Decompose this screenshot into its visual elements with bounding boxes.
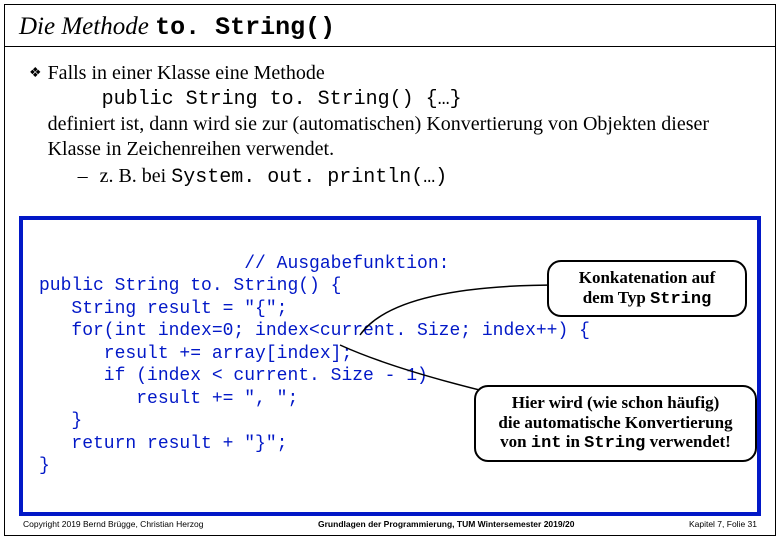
callout1-l1: Konkatenation auf (579, 268, 716, 287)
callout2-l3c: in (561, 432, 584, 451)
dash-icon: – (78, 164, 88, 190)
code-l1: public String to. String() { (39, 276, 341, 296)
code-l2: String result = "{"; (39, 299, 287, 319)
sub-pre: z. B. bei (100, 165, 172, 187)
bullet-item: ❖ Falls in einer Klasse eine Methode pub… (29, 61, 751, 190)
code-l8: return result + "}"; (39, 434, 287, 454)
bullet-line2: definiert ist, dann wird sie zur (automa… (48, 113, 709, 160)
footer: Copyright 2019 Bernd Brügge, Christian H… (23, 519, 757, 529)
footer-left: Copyright 2019 Bernd Brügge, Christian H… (23, 519, 204, 529)
callout2-l3b: int (531, 434, 562, 453)
callout2-l1: Hier wird (wie schon häufig) (512, 393, 719, 412)
slide-frame: Die Methode to. String() ❖ Falls in eine… (4, 4, 776, 536)
callout2-l3d: String (584, 434, 645, 453)
code-comment: // Ausgabefunktion: (39, 254, 449, 274)
title-text: Die Methode (19, 13, 155, 40)
footer-mid: Grundlagen der Programmierung, TUM Winte… (318, 519, 574, 529)
code-l9: } (39, 456, 50, 476)
code-l6: result += ", "; (39, 389, 298, 409)
code-l7: } (39, 411, 82, 431)
callout2-l3e: verwendet! (645, 432, 730, 451)
code-l4: result += array[index]; (39, 344, 352, 364)
bullet-line1: Falls in einer Klasse eine Methode (48, 62, 325, 84)
callout-convert: Hier wird (wie schon häufig) die automat… (474, 385, 757, 462)
footer-right: Kapitel 7, Folie 31 (689, 519, 757, 529)
bullet-text: Falls in einer Klasse eine Methode publi… (48, 61, 751, 190)
callout1-l2b: String (650, 290, 711, 309)
bullet-code1: public String to. String() {…} (102, 88, 462, 111)
sub-code: System. out. println(…) (171, 166, 447, 189)
sub-bullet: – z. B. bei System. out. println(…) (78, 164, 751, 190)
callout2-l3a: von (500, 432, 531, 451)
slide-title: Die Methode to. String() (5, 5, 775, 47)
callout1-l2a: dem Typ (583, 288, 650, 307)
callout2-l2: die automatische Konvertierung (498, 413, 732, 432)
sub-bullet-text: z. B. bei System. out. println(…) (100, 164, 448, 190)
slide-body: ❖ Falls in einer Klasse eine Methode pub… (5, 47, 775, 198)
diamond-icon: ❖ (29, 65, 42, 190)
callout-concat: Konkatenation auf dem Typ String (547, 260, 747, 317)
title-code: to. String() (155, 13, 335, 42)
